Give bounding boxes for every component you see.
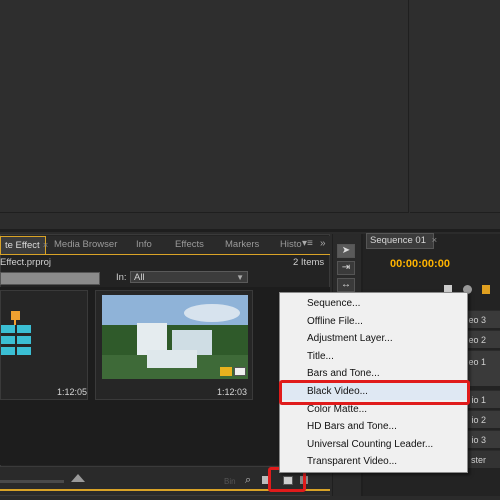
- project-tabbar: te Effect × Media Browser Info Effects Ma…: [0, 236, 330, 255]
- menu-item-hd-bars-and-tone[interactable]: HD Bars and Tone...: [280, 418, 467, 435]
- item-count: 2 Items: [293, 257, 325, 268]
- automate-icon[interactable]: Bin: [224, 477, 236, 486]
- tab-label: Markers: [225, 239, 260, 250]
- chevron-right-icon[interactable]: »: [320, 238, 326, 249]
- tab-markers[interactable]: Markers: [221, 236, 263, 254]
- menu-item-offline-file[interactable]: Offline File...: [280, 313, 467, 330]
- tab-effects[interactable]: Effects: [171, 236, 208, 254]
- chevron-down-icon: ▼: [236, 273, 244, 282]
- audio-badge-icon: [234, 367, 246, 376]
- tab-label: Effects: [175, 239, 204, 250]
- item-duration: 1:12:03: [217, 387, 248, 397]
- tab-project[interactable]: te Effect ×: [0, 236, 49, 254]
- tab-sequence-01[interactable]: Sequence 01 ×: [366, 233, 437, 249]
- in-label: In:: [116, 272, 127, 283]
- black-video-highlight: [279, 380, 470, 405]
- panel-menu-icon[interactable]: ▾≡: [302, 238, 313, 249]
- program-monitor-panel: [410, 0, 500, 213]
- project-item-clip[interactable]: 1:12:03: [95, 290, 253, 400]
- in-select[interactable]: All ▼: [130, 271, 248, 283]
- sequence-icon: [1, 311, 31, 355]
- tab-label: Media Browser: [54, 239, 118, 250]
- in-select-value: All: [134, 272, 145, 283]
- keyframe-icon[interactable]: [482, 285, 490, 294]
- timeline-timecode[interactable]: 00:00:00:00: [390, 258, 450, 270]
- tab-info[interactable]: Info: [132, 236, 156, 254]
- menu-item-universal-counting-leader[interactable]: Universal Counting Leader...: [280, 436, 467, 453]
- search-input[interactable]: [0, 272, 100, 285]
- tab-media-browser[interactable]: Media Browser: [50, 236, 121, 254]
- source-monitor-panel: [0, 0, 409, 213]
- close-icon[interactable]: ×: [432, 235, 438, 246]
- ripple-edit-tool-icon[interactable]: ↔: [337, 278, 355, 292]
- selection-tool-icon[interactable]: ➤: [337, 244, 355, 258]
- tab-label: Sequence 01: [370, 235, 426, 246]
- tab-label: Histo: [280, 239, 302, 250]
- zoom-in-icon[interactable]: [71, 474, 85, 482]
- menu-item-sequence[interactable]: Sequence...: [280, 295, 467, 312]
- video-badge-icon: [220, 367, 232, 376]
- close-icon[interactable]: ×: [43, 240, 49, 251]
- menu-item-adjustment-layer[interactable]: Adjustment Layer...: [280, 330, 467, 347]
- tab-label: Info: [136, 239, 152, 250]
- project-name: Effect.prproj: [0, 257, 52, 268]
- find-icon[interactable]: ⌕: [245, 474, 251, 487]
- track-select-tool-icon[interactable]: ⇥: [337, 261, 355, 275]
- zoom-slider[interactable]: [0, 480, 64, 483]
- panel-divider[interactable]: [0, 229, 500, 232]
- menu-item-transparent-video[interactable]: Transparent Video...: [280, 453, 467, 470]
- project-item-sequence[interactable]: 1:12:05: [0, 290, 88, 400]
- tab-label: te Effect: [5, 240, 40, 251]
- item-duration: 1:12:05: [57, 387, 88, 397]
- menu-item-title[interactable]: Title...: [280, 348, 467, 365]
